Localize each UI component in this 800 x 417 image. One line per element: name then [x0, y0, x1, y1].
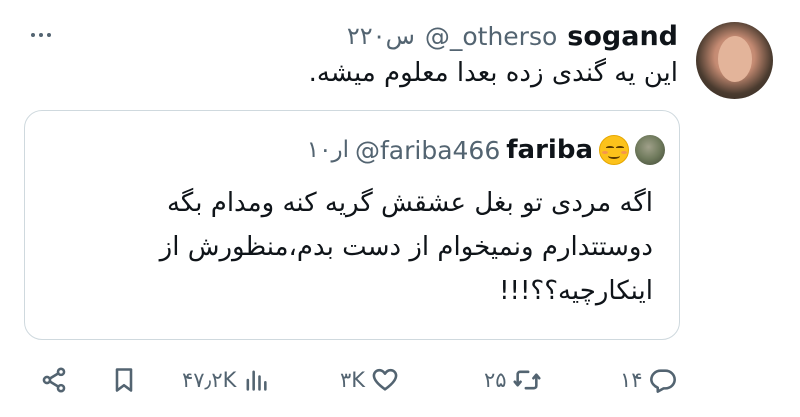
retweet-count: ۲۵	[484, 368, 507, 392]
bookmark-button[interactable]	[110, 360, 138, 400]
like-button[interactable]: ۳K	[340, 360, 399, 400]
emoji-eye	[606, 146, 614, 149]
more-options-button[interactable]	[28, 22, 54, 48]
reply-button[interactable]: ۱۴	[620, 360, 677, 400]
views-button[interactable]: ۴۷٫۲K	[182, 360, 270, 400]
author-name[interactable]: sogand	[567, 21, 678, 52]
analytics-icon	[246, 370, 268, 391]
avatar-face	[718, 36, 752, 82]
emoji-eye	[616, 146, 624, 149]
quote-header: fariba @fariba466 ۱۰ار	[307, 133, 665, 167]
quote-author-handle: @fariba466	[354, 135, 501, 165]
quote-text-line: اینکارچیه؟؟!!!	[499, 276, 653, 306]
quote-author-name: fariba	[506, 135, 593, 165]
more-dot	[39, 33, 43, 37]
quote-text-line: دوستتدارم ونمیخوام از دست بدم،منظورش از	[159, 232, 653, 262]
quote-avatar	[635, 135, 665, 165]
reply-count: ۱۴	[620, 368, 643, 392]
action-bar: ۴۷٫۲K ۳K ۲۵ ۱۴	[0, 360, 800, 400]
tweet-text: این یه گندی زده بعدا معلوم میشه.	[308, 58, 678, 88]
more-horizontal-icon	[31, 33, 35, 37]
emoji-blush	[621, 151, 627, 154]
heart-icon	[372, 368, 398, 391]
share-icon	[42, 367, 66, 393]
quote-time: ۱۰ار	[306, 137, 349, 163]
bookmark-icon	[115, 368, 133, 392]
more-dot	[47, 33, 51, 37]
author-handle[interactable]: @_otherso	[425, 22, 557, 51]
retweet-button[interactable]: ۲۵	[484, 360, 541, 400]
views-count: ۴۷٫۲K	[182, 368, 237, 392]
quoted-tweet[interactable]: fariba @fariba466 ۱۰ار اگه مردی تو بغل ع…	[24, 110, 680, 340]
tweet-header: sogand @_otherso ۲۲۰س	[347, 18, 678, 54]
quote-text-line: اگه مردی تو بغل عشقش گریه کنه ومدام بگه	[166, 188, 653, 218]
reply-icon	[649, 369, 676, 393]
retweet-icon	[513, 370, 541, 390]
emoji-mouth	[608, 153, 620, 159]
tweet-time[interactable]: ۲۲۰س	[347, 22, 415, 50]
share-button[interactable]	[40, 360, 68, 400]
smiling-emoji-icon	[599, 135, 629, 165]
quote-text: اگه مردی تو بغل عشقش گریه کنه ومدام بگه …	[160, 181, 653, 313]
author-avatar[interactable]	[696, 22, 773, 99]
like-count: ۳K	[340, 368, 366, 392]
